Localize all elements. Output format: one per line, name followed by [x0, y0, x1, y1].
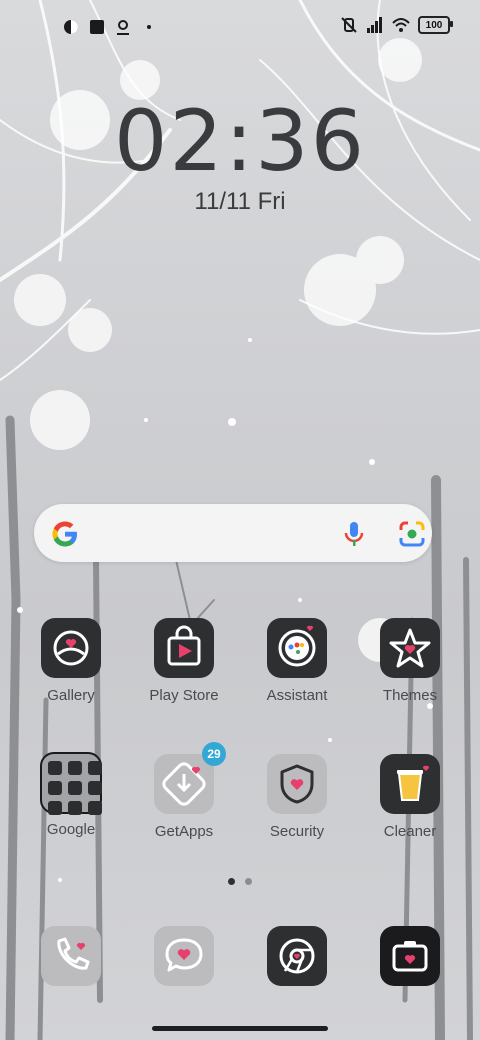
- play-store-icon[interactable]: [154, 618, 214, 678]
- phone-icon[interactable]: [41, 926, 101, 986]
- app-getapps[interactable]: 29 GetApps: [129, 742, 239, 840]
- wifi-icon: [392, 18, 410, 32]
- security-shield-icon[interactable]: [267, 754, 327, 814]
- app-assistant[interactable]: Assistant: [242, 618, 352, 704]
- app-label: Play Store: [149, 687, 219, 704]
- app-label: Gallery: [47, 687, 95, 704]
- page-dot[interactable]: [245, 878, 252, 885]
- app-label: Themes: [382, 687, 438, 704]
- dock-camera[interactable]: [355, 926, 465, 986]
- mute-vibrate-icon: [341, 17, 357, 33]
- app-play-store[interactable]: Play Store: [129, 618, 239, 704]
- microphone-icon[interactable]: [342, 520, 366, 548]
- status-bar-left: [62, 18, 158, 36]
- chrome-icon[interactable]: [267, 926, 327, 986]
- app-label: Cleaner: [383, 823, 437, 840]
- gallery-heart-icon[interactable]: [41, 618, 101, 678]
- day-value: Fri: [257, 188, 286, 215]
- clock-hours: 02: [113, 92, 225, 190]
- clock-minutes: 36: [255, 92, 367, 190]
- notification-badge: 29: [202, 742, 226, 766]
- date-value: 11/11: [194, 188, 251, 215]
- circle-half-icon: [64, 20, 78, 34]
- folder-google[interactable]: Google: [16, 752, 126, 838]
- messages-icon[interactable]: [154, 926, 214, 986]
- app-gallery[interactable]: Gallery: [16, 618, 126, 704]
- assistant-icon[interactable]: [267, 618, 327, 678]
- battery-indicator: 100: [418, 16, 453, 34]
- battery-level: 100: [425, 19, 443, 31]
- person-pin-icon: [117, 20, 129, 35]
- app-themes[interactable]: Themes: [355, 618, 465, 704]
- home-gesture-bar[interactable]: [152, 1026, 328, 1031]
- camera-icon[interactable]: [380, 926, 440, 986]
- dock-messages[interactable]: [129, 926, 239, 986]
- signal-icon: [367, 17, 382, 33]
- page-dot-active[interactable]: [228, 878, 235, 885]
- google-lens-icon[interactable]: [398, 520, 426, 548]
- dot-icon: [147, 25, 151, 29]
- square-icon: [90, 20, 104, 34]
- themes-star-icon[interactable]: [380, 618, 440, 678]
- app-label: GetApps: [154, 823, 214, 840]
- app-cleaner[interactable]: Cleaner: [355, 754, 465, 840]
- google-g-icon[interactable]: [50, 519, 80, 549]
- dock-chrome[interactable]: [242, 926, 352, 986]
- page-indicator[interactable]: [228, 878, 252, 885]
- google-folder-icon[interactable]: [40, 752, 102, 815]
- getapps-icon[interactable]: 29: [154, 742, 226, 814]
- status-bar-right: 100: [340, 16, 453, 34]
- app-label: Security: [269, 823, 325, 840]
- app-security[interactable]: Security: [242, 754, 352, 840]
- date-display[interactable]: 11/11 Fri: [0, 188, 480, 216]
- app-label: Assistant: [266, 687, 328, 704]
- app-label: Google: [46, 821, 96, 838]
- dock-phone[interactable]: [16, 926, 126, 986]
- cleaner-bin-icon[interactable]: [380, 754, 440, 814]
- lockscreen-clock[interactable]: 02:36: [0, 92, 480, 190]
- google-search-bar[interactable]: [34, 504, 432, 562]
- clock-separator: :: [224, 92, 256, 190]
